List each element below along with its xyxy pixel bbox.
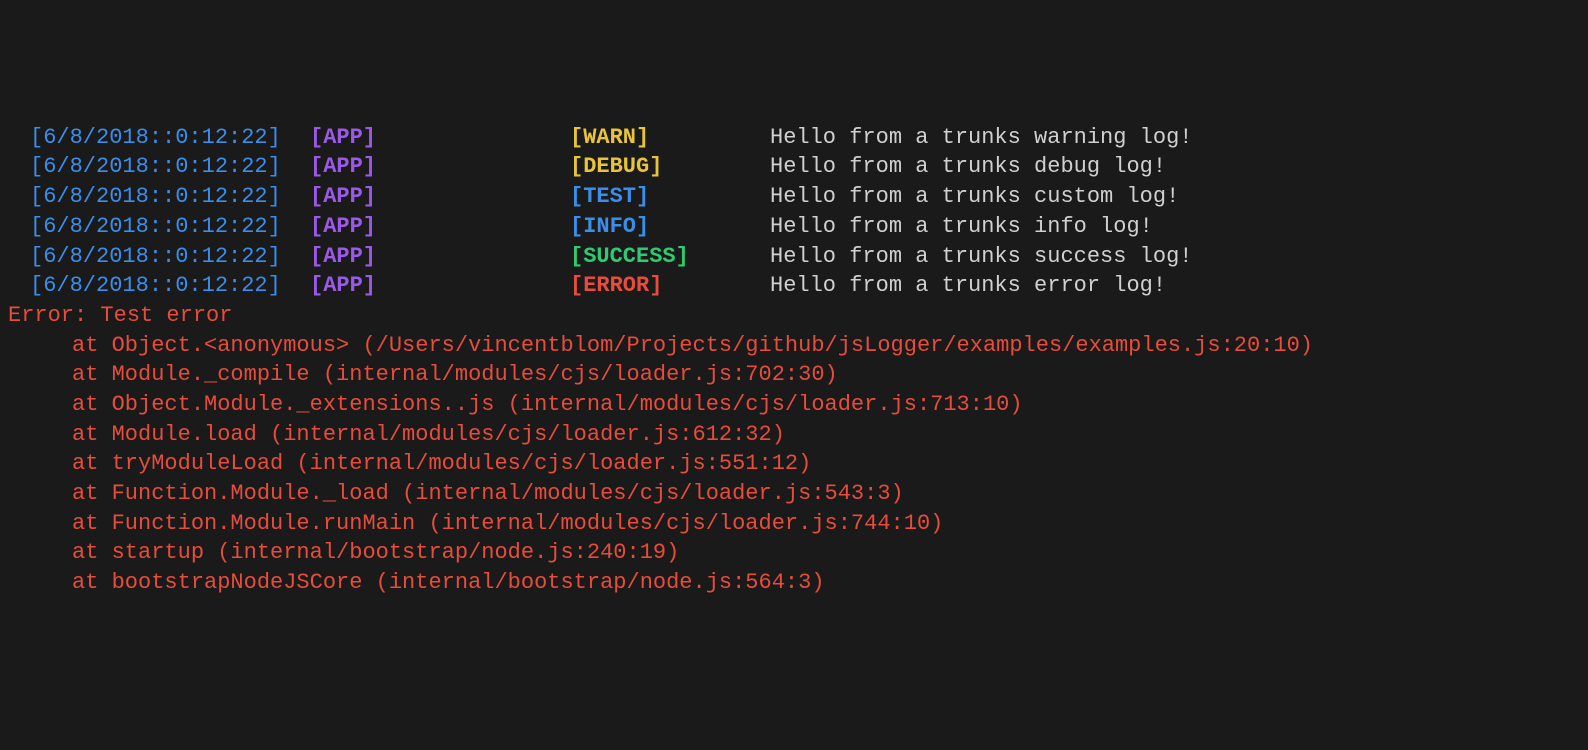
log-source: [APP] (310, 271, 570, 301)
error-header: Error: Test error (0, 301, 1588, 331)
log-message: Hello from a trunks success log! (770, 244, 1192, 269)
console-output: [6/8/2018::0:12:22][APP][WARN]Hello from… (0, 123, 1588, 598)
log-message: Hello from a trunks info log! (770, 214, 1153, 239)
log-timestamp: [6/8/2018::0:12:22] (30, 271, 310, 301)
log-level: [DEBUG] (570, 152, 770, 182)
log-level: [SUCCESS] (570, 242, 770, 272)
log-level: [TEST] (570, 182, 770, 212)
log-timestamp: [6/8/2018::0:12:22] (30, 212, 310, 242)
log-source: [APP] (310, 123, 570, 153)
log-line: [6/8/2018::0:12:22][APP][SUCCESS]Hello f… (0, 242, 1588, 272)
stack-frame: at tryModuleLoad (internal/modules/cjs/l… (0, 449, 1588, 479)
stack-frame: at bootstrapNodeJSCore (internal/bootstr… (0, 568, 1588, 598)
log-source: [APP] (310, 242, 570, 272)
log-timestamp: [6/8/2018::0:12:22] (30, 123, 310, 153)
log-message: Hello from a trunks custom log! (770, 184, 1179, 209)
log-line: [6/8/2018::0:12:22][APP][ERROR]Hello fro… (0, 271, 1588, 301)
log-source: [APP] (310, 182, 570, 212)
log-level: [INFO] (570, 212, 770, 242)
log-level: [WARN] (570, 123, 770, 153)
log-timestamp: [6/8/2018::0:12:22] (30, 152, 310, 182)
stack-frame: at startup (internal/bootstrap/node.js:2… (0, 538, 1588, 568)
log-line: [6/8/2018::0:12:22][APP][WARN]Hello from… (0, 123, 1588, 153)
stack-frame: at Module.load (internal/modules/cjs/loa… (0, 420, 1588, 450)
stack-frame: at Object.Module._extensions..js (intern… (0, 390, 1588, 420)
log-source: [APP] (310, 152, 570, 182)
log-timestamp: [6/8/2018::0:12:22] (30, 182, 310, 212)
stack-frame: at Object.<anonymous> (/Users/vincentblo… (0, 331, 1588, 361)
stack-frame: at Function.Module.runMain (internal/mod… (0, 509, 1588, 539)
log-level: [ERROR] (570, 271, 770, 301)
log-message: Hello from a trunks warning log! (770, 125, 1192, 150)
log-message: Hello from a trunks error log! (770, 273, 1166, 298)
stack-frame: at Module._compile (internal/modules/cjs… (0, 360, 1588, 390)
log-line: [6/8/2018::0:12:22][APP][INFO]Hello from… (0, 212, 1588, 242)
stack-frame: at Function.Module._load (internal/modul… (0, 479, 1588, 509)
log-message: Hello from a trunks debug log! (770, 154, 1166, 179)
log-timestamp: [6/8/2018::0:12:22] (30, 242, 310, 272)
log-source: [APP] (310, 212, 570, 242)
log-line: [6/8/2018::0:12:22][APP][TEST]Hello from… (0, 182, 1588, 212)
log-line: [6/8/2018::0:12:22][APP][DEBUG]Hello fro… (0, 152, 1588, 182)
